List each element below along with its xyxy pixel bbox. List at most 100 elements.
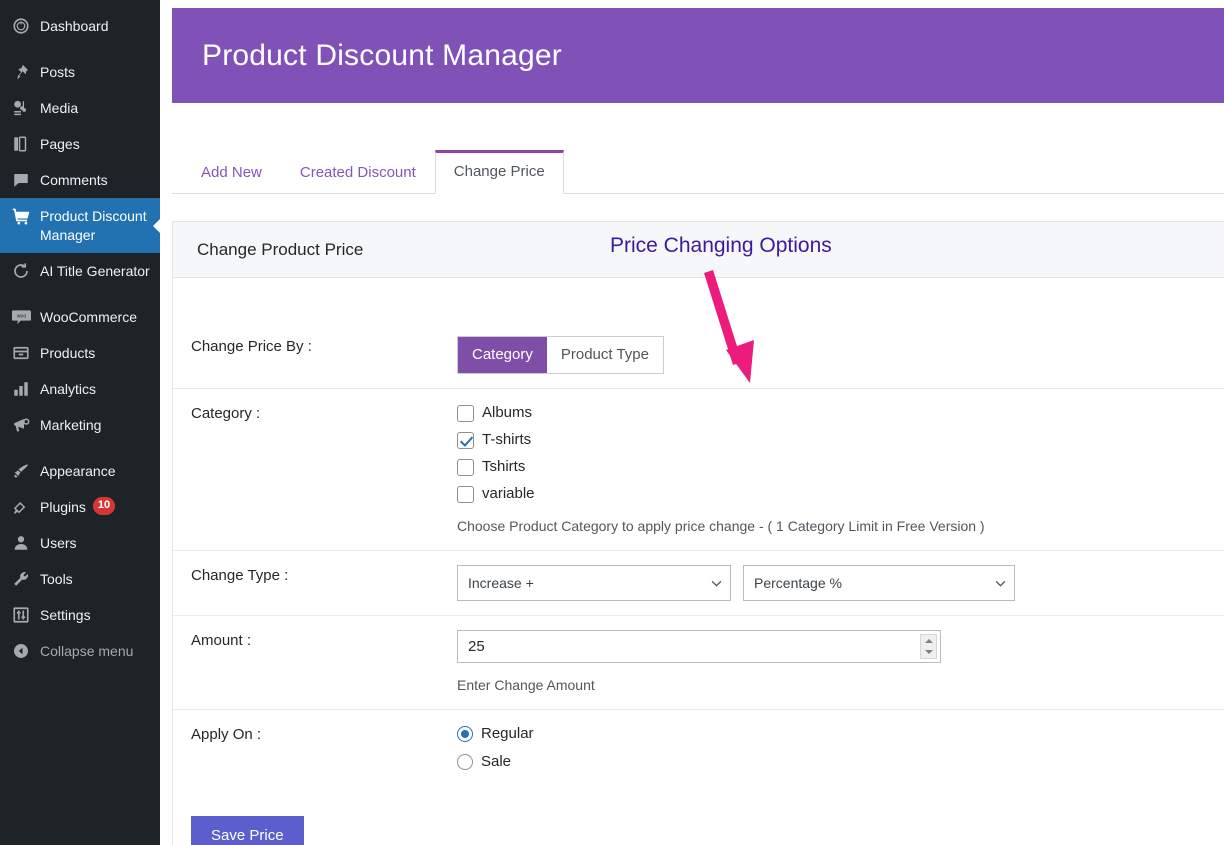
apply-on-option-regular[interactable]: Regular [457, 724, 1224, 744]
change-price-panel: Change Product Price Change Price By : C… [172, 221, 1224, 845]
sidebar-item-label: Users [40, 535, 77, 551]
sidebar-divider [0, 289, 160, 299]
sidebar-item-pages[interactable]: Pages [0, 126, 160, 162]
user-icon [10, 533, 32, 553]
page-banner: Product Discount Manager [172, 8, 1224, 103]
category-option-label: Albums [482, 404, 533, 421]
quantity-stepper[interactable] [920, 634, 937, 659]
row-category: Category : Albums T-shirts Tshirts varia… [173, 389, 1224, 551]
amount-input-value: 25 [468, 638, 485, 655]
amount-hint: Enter Change Amount [457, 677, 595, 693]
checkbox-variable[interactable] [457, 485, 474, 503]
admin-screen: Dashboard Posts Media Pages Comments Pro… [0, 0, 1224, 845]
media-icon [10, 98, 32, 118]
checkbox-albums[interactable] [457, 404, 474, 422]
panel-title: Change Product Price [197, 239, 364, 259]
change-price-by-field: Category Product Type [457, 336, 1224, 374]
change-type-selects: Increase + Percentage % [457, 565, 1224, 601]
apply-on-field: Regular Sale [457, 724, 1224, 780]
sidebar-item-users[interactable]: Users [0, 525, 160, 561]
sidebar-item-media[interactable]: Media [0, 90, 160, 126]
sliders-icon [10, 605, 32, 625]
tab-created-discount[interactable]: Created Discount [281, 151, 435, 194]
pages-icon [10, 134, 32, 154]
change-price-by-toggle-group: Category Product Type [457, 336, 664, 374]
sidebar-item-marketing[interactable]: Marketing [0, 407, 160, 443]
svg-text:woo: woo [16, 314, 26, 320]
sidebar-item-plugins[interactable]: Plugins 10 [0, 489, 160, 525]
comments-icon [10, 170, 32, 190]
sidebar-item-products[interactable]: Products [0, 335, 160, 371]
cart-icon [10, 206, 32, 226]
radio-sale[interactable] [457, 754, 473, 770]
toggle-category[interactable]: Category [458, 337, 547, 373]
category-label: Category : [191, 405, 261, 422]
brush-icon [10, 461, 32, 481]
checkbox-t-shirts[interactable] [457, 431, 474, 449]
category-option-label: variable [482, 485, 535, 502]
sidebar-divider [0, 44, 160, 54]
sidebar-item-label: Collapse menu [40, 643, 134, 659]
dashboard-icon [10, 16, 32, 36]
analytics-icon [10, 379, 32, 399]
category-option-t-shirts[interactable]: T-shirts [457, 430, 1224, 450]
page-title: Product Discount Manager [202, 38, 562, 72]
plugins-update-badge: 10 [92, 497, 116, 515]
sidebar-item-product-discount-manager[interactable]: Product Discount Manager [0, 198, 161, 253]
select-change-unit-value: Percentage % [754, 575, 842, 591]
sidebar-item-label: AI Title Generator [40, 263, 150, 279]
category-option-label: T-shirts [482, 431, 532, 448]
sidebar-item-woocommerce[interactable]: woo WooCommerce [0, 299, 160, 335]
stepper-up-icon[interactable] [924, 638, 933, 643]
sidebar-item-ai-title-generator[interactable]: AI Title Generator [0, 253, 160, 289]
sidebar-item-comments[interactable]: Comments [0, 162, 160, 198]
change-price-by-label: Change Price By : [191, 338, 312, 355]
category-hint: Choose Product Category to apply price c… [457, 518, 985, 534]
sidebar-item-settings[interactable]: Settings [0, 597, 160, 633]
sidebar-item-label: Products [40, 345, 96, 361]
change-type-label: Change Type : [191, 567, 289, 584]
category-option-tshirts[interactable]: Tshirts [457, 457, 1224, 477]
change-price-form: Change Price By : Category Product Type … [173, 278, 1224, 845]
sidebar-item-label: Dashboard [40, 18, 109, 34]
radio-regular[interactable] [457, 726, 473, 742]
sidebar-item-analytics[interactable]: Analytics [0, 371, 160, 407]
collapse-icon [10, 641, 32, 661]
sidebar-item-label: Comments [40, 172, 108, 188]
sidebar-item-posts[interactable]: Posts [0, 54, 160, 90]
toggle-product-type[interactable]: Product Type [546, 337, 663, 373]
stepper-down-icon[interactable] [924, 650, 933, 655]
select-change-unit[interactable]: Percentage % [743, 565, 1015, 601]
sidebar-item-label: Settings [40, 607, 91, 623]
sidebar-item-appearance[interactable]: Appearance [0, 453, 160, 489]
save-button-wrap: Save Price [173, 794, 1224, 845]
admin-sidebar: Dashboard Posts Media Pages Comments Pro… [0, 0, 161, 845]
sidebar-item-label: Product Discount Manager [40, 208, 147, 243]
save-price-button[interactable]: Save Price [191, 816, 304, 845]
category-field: Albums T-shirts Tshirts variable Choose … [457, 403, 1224, 536]
sidebar-item-collapse-menu[interactable]: Collapse menu [0, 633, 160, 669]
sidebar-item-label: Marketing [40, 417, 102, 433]
form-top-spacer [173, 278, 1224, 322]
category-option-variable[interactable]: variable [457, 484, 1224, 504]
amount-field: 25 Enter Change Amount [457, 630, 1224, 695]
checkbox-tshirts[interactable] [457, 458, 474, 476]
woocommerce-icon: woo [10, 307, 32, 327]
sidebar-item-label: Pages [40, 136, 80, 152]
sidebar-item-label: Posts [40, 64, 76, 80]
select-change-direction-value: Increase + [468, 575, 534, 591]
row-apply-on: Apply On : Regular Sale [173, 710, 1224, 794]
tab-add-new[interactable]: Add New [182, 151, 281, 194]
pin-icon [10, 62, 32, 82]
tab-change-price[interactable]: Change Price [434, 150, 564, 194]
sidebar-item-dashboard[interactable]: Dashboard [0, 8, 160, 44]
sidebar-item-tools[interactable]: Tools [0, 561, 160, 597]
amount-input[interactable]: 25 [457, 630, 941, 663]
select-change-direction[interactable]: Increase + [457, 565, 731, 601]
category-option-albums[interactable]: Albums [457, 403, 1224, 423]
sidebar-item-label: Tools [40, 571, 73, 587]
category-option-label: Tshirts [482, 458, 526, 475]
sidebar-item-label: Media [40, 100, 79, 116]
wrench-icon [10, 569, 32, 589]
apply-on-option-sale[interactable]: Sale [457, 752, 1224, 772]
